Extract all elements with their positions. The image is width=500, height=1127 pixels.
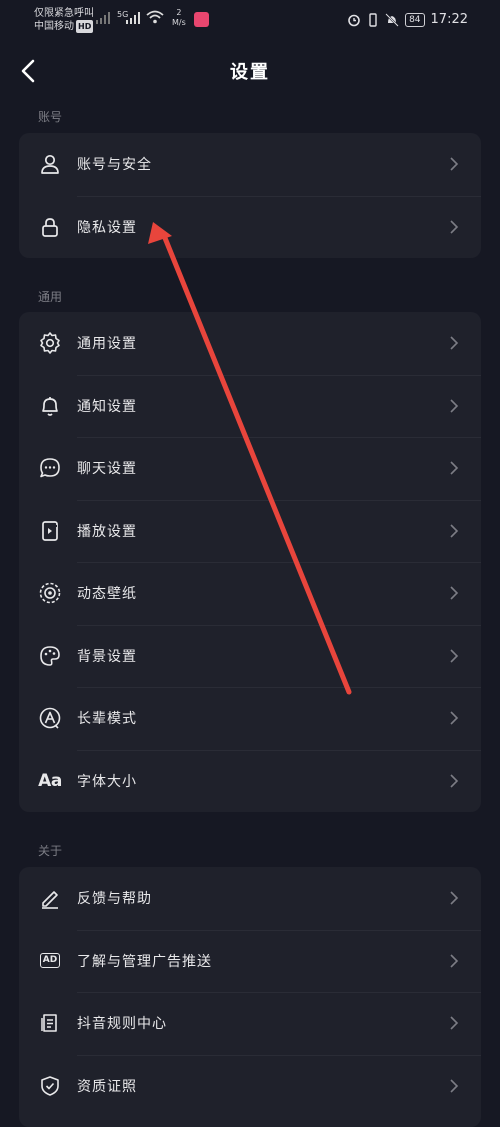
row-label: 账号与安全 bbox=[77, 157, 152, 174]
signal-icon-2 bbox=[126, 12, 140, 24]
row-playback-settings[interactable]: 播放设置 bbox=[19, 499, 481, 563]
section-header-account: 账号 bbox=[38, 110, 63, 124]
row-ad-management[interactable]: AD 了解与管理广告推送 bbox=[19, 929, 481, 993]
chevron-right-icon bbox=[450, 220, 459, 234]
row-label: 了解与管理广告推送 bbox=[77, 953, 212, 970]
row-elder-mode[interactable]: 长辈模式 bbox=[19, 687, 481, 750]
row-live-wallpaper[interactable]: 动态壁纸 bbox=[19, 562, 481, 625]
wifi-icon bbox=[146, 10, 164, 24]
row-label: 资质证照 bbox=[77, 1078, 137, 1095]
chevron-right-icon bbox=[450, 774, 459, 788]
chevron-right-icon bbox=[450, 1079, 459, 1093]
gear-icon bbox=[38, 331, 62, 355]
section-header-general: 通用 bbox=[38, 290, 63, 304]
row-privacy-settings[interactable]: 隐私设置 bbox=[19, 195, 481, 259]
status-right: 84 17:22 bbox=[347, 12, 468, 27]
chevron-right-icon bbox=[450, 586, 459, 600]
row-label: 聊天设置 bbox=[77, 461, 137, 478]
carrier-info: 仅限紧急呼叫 中国移动 HD bbox=[34, 7, 94, 33]
row-label: 播放设置 bbox=[77, 523, 137, 540]
page-title: 设置 bbox=[230, 62, 270, 83]
font-size-icon: Aa bbox=[38, 770, 62, 791]
row-label: 字体大小 bbox=[77, 773, 137, 790]
chevron-right-icon bbox=[450, 891, 459, 905]
ad-icon: AD bbox=[38, 949, 62, 973]
row-label: 通用设置 bbox=[77, 336, 137, 353]
play-settings-icon bbox=[38, 519, 62, 543]
row-chat-settings[interactable]: 聊天设置 bbox=[19, 437, 481, 500]
status-bar: 仅限紧急呼叫 中国移动 HD 5G 2 M/s 84 17:22 bbox=[0, 0, 500, 44]
chevron-right-icon bbox=[450, 399, 459, 413]
hd-badge: HD bbox=[76, 20, 94, 33]
battery-level: 84 bbox=[405, 12, 425, 27]
vibrate-icon bbox=[369, 12, 377, 27]
lock-icon bbox=[38, 215, 62, 239]
live-wallpaper-icon bbox=[38, 581, 62, 605]
row-font-size[interactable]: Aa 字体大小 bbox=[19, 749, 481, 813]
chevron-right-icon bbox=[450, 1016, 459, 1030]
bell-icon bbox=[38, 394, 62, 418]
chevron-right-icon bbox=[450, 711, 459, 725]
chevron-right-icon bbox=[450, 524, 459, 538]
elder-mode-icon bbox=[38, 706, 62, 730]
carrier-line1: 仅限紧急呼叫 bbox=[34, 8, 94, 19]
row-label: 背景设置 bbox=[77, 648, 137, 665]
signal-icon bbox=[96, 12, 110, 24]
general-card: 通用设置 通知设置 聊天设置 播放设置 动态壁纸 背景设置 长辈模式 Aa 字体… bbox=[19, 312, 481, 812]
row-label: 抖音规则中心 bbox=[77, 1016, 167, 1033]
chevron-right-icon bbox=[450, 461, 459, 475]
row-qualifications[interactable]: 资质证照 bbox=[19, 1054, 481, 1118]
chat-bubble-icon bbox=[38, 456, 62, 480]
row-account-security[interactable]: 账号与安全 bbox=[19, 133, 481, 196]
palette-icon bbox=[38, 644, 62, 668]
row-notification-settings[interactable]: 通知设置 bbox=[19, 374, 481, 438]
account-card: 账号与安全 隐私设置 bbox=[19, 133, 481, 258]
app-notification-icon bbox=[194, 12, 209, 27]
person-icon bbox=[38, 152, 62, 176]
section-header-about: 关于 bbox=[38, 844, 63, 858]
row-label: 隐私设置 bbox=[77, 219, 137, 236]
row-background-settings[interactable]: 背景设置 bbox=[19, 624, 481, 688]
row-label: 长辈模式 bbox=[77, 711, 137, 728]
carrier-line2: 中国移动 bbox=[34, 21, 74, 32]
chevron-right-icon bbox=[450, 336, 459, 350]
row-label: 通知设置 bbox=[77, 398, 137, 415]
navigation-bar: 设置 bbox=[0, 44, 500, 98]
clock: 17:22 bbox=[430, 12, 468, 27]
mute-bell-icon bbox=[385, 12, 399, 27]
document-icon bbox=[38, 1011, 62, 1035]
about-card: 反馈与帮助 AD 了解与管理广告推送 抖音规则中心 资质证照 bbox=[19, 867, 481, 1127]
row-label: 动态壁纸 bbox=[77, 586, 137, 603]
row-rules-center[interactable]: 抖音规则中心 bbox=[19, 992, 481, 1055]
shield-check-icon bbox=[38, 1074, 62, 1098]
row-feedback-help[interactable]: 反馈与帮助 bbox=[19, 867, 481, 930]
chevron-right-icon bbox=[450, 649, 459, 663]
row-general-settings[interactable]: 通用设置 bbox=[19, 312, 481, 375]
pencil-icon bbox=[38, 886, 62, 910]
chevron-right-icon bbox=[450, 954, 459, 968]
row-label: 反馈与帮助 bbox=[77, 891, 152, 908]
alarm-icon bbox=[348, 14, 360, 26]
network-speed: 2 M/s bbox=[172, 8, 186, 27]
chevron-right-icon bbox=[450, 157, 459, 171]
